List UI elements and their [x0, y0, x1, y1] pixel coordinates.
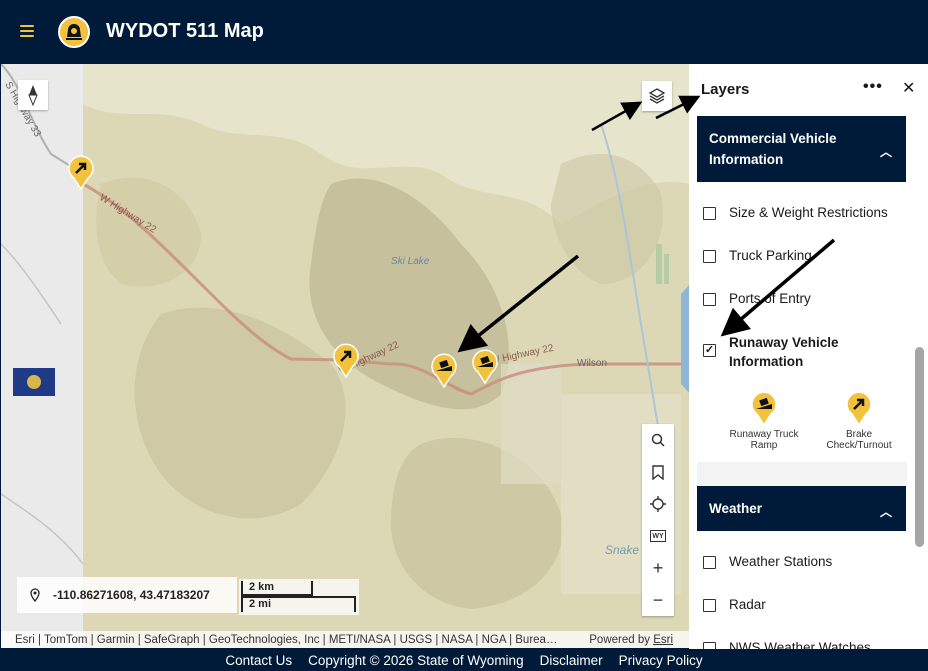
section-divider	[697, 462, 907, 486]
wilson-label: Wilson	[577, 358, 607, 369]
map-view[interactable]: S Highway 33 W Highway 22 W Highway 22 W…	[0, 64, 689, 649]
more-options-icon[interactable]: •••	[863, 78, 883, 96]
layer-label: Radar	[729, 597, 766, 612]
footer: Contact Us Copyright © 2026 State of Wyo…	[0, 649, 928, 671]
contact-link[interactable]: Contact Us	[225, 653, 292, 668]
section-weather[interactable]: Weather ︿	[697, 486, 906, 531]
disclaimer-link[interactable]: Disclaimer	[540, 653, 603, 668]
checkbox[interactable]	[703, 642, 716, 649]
compass-icon	[28, 85, 38, 106]
coordinate-readout: -110.86271608, 43.47183207	[17, 577, 237, 613]
layer-weather-stations[interactable]: Weather Stations	[703, 554, 832, 569]
runaway-ramp-marker-2[interactable]	[471, 348, 499, 385]
layer-ports-of-entry[interactable]: Ports of Entry	[703, 291, 811, 306]
attribution-text: Esri | TomTom | Garmin | SafeGraph | Geo…	[15, 634, 558, 646]
app: WYDOT 511 Map S Highway 33 W	[0, 0, 928, 671]
layer-nws-watches[interactable]: NWS Weather Watches	[703, 640, 871, 649]
checkbox[interactable]	[703, 293, 716, 306]
zoom-out-button[interactable]: −	[642, 584, 674, 616]
layer-label: NWS Weather Watches	[729, 640, 871, 649]
ski-lake-label: Ski Lake	[391, 256, 430, 267]
legend-runaway-ramp: Runaway Truck Ramp	[719, 390, 809, 451]
scale-bar: 2 km 2 mi	[239, 579, 359, 615]
powered-by: Powered by Esri	[589, 634, 673, 646]
chevron-up-icon: ︿	[879, 504, 892, 519]
wyoming-extent-button[interactable]: WY	[642, 520, 674, 552]
layer-label: Ports of Entry	[729, 291, 811, 306]
bookmark-button[interactable]	[642, 456, 674, 488]
runaway-ramp-icon	[472, 349, 498, 385]
locate-button[interactable]	[642, 488, 674, 520]
coordinates-text: -110.86271608, 43.47183207	[53, 588, 210, 602]
checkbox[interactable]	[703, 599, 716, 612]
idaho-flag-icon	[13, 368, 55, 396]
layers-icon	[648, 88, 666, 104]
section-title: Weather	[709, 501, 763, 516]
location-pin-icon	[17, 588, 53, 602]
privacy-link[interactable]: Privacy Policy	[619, 653, 703, 668]
checkbox[interactable]	[703, 250, 716, 263]
checkbox[interactable]	[703, 207, 716, 220]
layer-label: Runaway Vehicle Information	[729, 335, 839, 369]
section-title: Commercial Vehicle Information	[709, 131, 837, 167]
layers-button[interactable]	[642, 81, 672, 111]
brake-check-marker-2[interactable]	[332, 342, 360, 379]
layer-label: Truck Parking	[729, 248, 812, 263]
wydot-logo	[58, 16, 90, 48]
section-commercial-vehicle[interactable]: Commercial Vehicle Information ︿	[697, 116, 906, 182]
runaway-ramp-marker[interactable]	[430, 352, 458, 389]
menu-icon[interactable]	[20, 25, 34, 37]
wy-icon: WY	[650, 530, 666, 542]
copyright-text: Copyright © 2026 State of Wyoming	[308, 652, 524, 668]
map-attribution: Esri | TomTom | Garmin | SafeGraph | Geo…	[1, 631, 689, 648]
layer-size-weight[interactable]: Size & Weight Restrictions	[703, 205, 888, 220]
search-icon	[651, 433, 665, 447]
layer-label: Weather Stations	[729, 554, 833, 569]
brake-check-marker[interactable]	[67, 154, 95, 191]
runaway-ramp-icon	[431, 353, 457, 389]
search-button[interactable]	[642, 424, 674, 456]
scale-km: 2 km	[241, 581, 313, 596]
compass-button[interactable]	[18, 80, 48, 110]
brake-check-icon	[68, 155, 94, 191]
layers-panel: Layers ••• ✕ Commercial Vehicle Informat…	[689, 64, 928, 649]
panel-scrollbar[interactable]	[915, 347, 924, 547]
close-icon[interactable]: ✕	[902, 78, 915, 98]
checkbox[interactable]	[703, 556, 716, 569]
scale-mi: 2 mi	[241, 596, 356, 612]
bookmark-icon	[652, 464, 664, 480]
chevron-up-icon: ︿	[879, 145, 892, 159]
layers-panel-title: Layers	[701, 81, 750, 98]
brake-check-icon	[333, 343, 359, 379]
layer-label: Size & Weight Restrictions	[729, 205, 888, 220]
esri-link[interactable]: Esri	[653, 634, 673, 646]
locate-icon	[650, 496, 666, 512]
layer-radar[interactable]: Radar	[703, 597, 766, 612]
map-tools: WY + −	[642, 424, 674, 616]
top-bar: WYDOT 511 Map	[0, 0, 928, 64]
checkbox-checked[interactable]: ✓	[703, 344, 716, 357]
runaway-ramp-icon	[751, 391, 777, 426]
zoom-in-button[interactable]: +	[642, 552, 674, 584]
zoom-out-icon: −	[652, 589, 664, 610]
legend-brake-check: Brake Check/Turnout	[814, 390, 904, 451]
layer-truck-parking[interactable]: Truck Parking	[703, 248, 812, 263]
zoom-in-icon: +	[652, 557, 664, 578]
app-title: WYDOT 511 Map	[106, 20, 264, 42]
brake-check-icon	[846, 391, 872, 426]
layer-runaway-vehicle[interactable]: ✓ Runaway Vehicle Information	[703, 333, 893, 371]
